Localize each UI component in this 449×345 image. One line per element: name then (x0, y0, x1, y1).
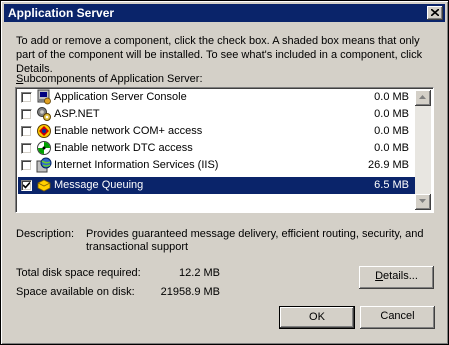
item-name: ASP.NET (54, 108, 100, 120)
item-size: 0.0 MB (374, 91, 409, 103)
list-item-com-plus-access[interactable]: Enable network COM+ access 0.0 MB (18, 123, 415, 140)
list-item-application-server-console[interactable]: Application Server Console 0.0 MB (18, 89, 415, 106)
item-size: 26.9 MB (368, 159, 409, 171)
scroll-down-button[interactable] (415, 194, 431, 210)
item-size: 0.0 MB (374, 108, 409, 120)
message-queuing-icon (37, 179, 51, 192)
item-size: 0.0 MB (374, 142, 409, 154)
com-plus-icon (37, 124, 51, 138)
list-item-iis[interactable]: Internet Information Services (IIS) 26.9… (18, 157, 415, 174)
list-item-asp-net[interactable]: ASP.NET 0.0 MB (18, 106, 415, 123)
description-text: Provides guaranteed message delivery, ef… (86, 228, 424, 253)
check-mark-icon (23, 182, 30, 189)
checkbox[interactable] (21, 160, 32, 171)
window-title: Application Server (8, 6, 115, 20)
item-name: Enable network COM+ access (54, 125, 203, 137)
checkbox[interactable] (21, 109, 32, 120)
ok-button[interactable]: OK (279, 306, 355, 329)
item-size: 0.0 MB (374, 125, 409, 137)
item-size: 6.5 MB (374, 179, 409, 191)
checkbox[interactable] (21, 180, 32, 191)
item-name: Enable network DTC access (54, 142, 193, 154)
description-label: Description: (16, 228, 75, 240)
title-bar[interactable]: Application Server (4, 4, 445, 22)
item-name: Application Server Console (54, 91, 187, 103)
item-name: Internet Information Services (IIS) (54, 159, 219, 171)
checkbox[interactable] (21, 143, 32, 154)
disk-required-value: 12.2 MB (179, 267, 220, 279)
disk-available-label: Space available on disk: (16, 286, 135, 298)
dtc-icon (37, 141, 51, 155)
details-button[interactable]: Details... (359, 266, 434, 289)
checkbox[interactable] (21, 92, 32, 103)
disk-available-value: 21958.9 MB (160, 286, 220, 298)
cancel-button[interactable]: Cancel (360, 306, 435, 329)
close-button[interactable] (427, 6, 443, 20)
console-icon (37, 89, 51, 105)
asp-net-icon (37, 107, 51, 121)
checkbox[interactable] (21, 126, 32, 137)
list-item-message-queuing[interactable]: Message Queuing 6.5 MB (18, 177, 415, 194)
arrow-down-icon (419, 199, 426, 203)
subcomponents-label: Subcomponents of Application Server: (16, 73, 203, 85)
arrow-up-icon (419, 95, 426, 99)
disk-required-label: Total disk space required: (16, 267, 141, 279)
close-icon (431, 9, 439, 16)
list-scrollbar[interactable] (415, 90, 431, 210)
iis-icon (36, 157, 52, 173)
subcomponents-list[interactable]: Application Server Console 0.0 MB ASP.NE… (15, 87, 434, 213)
list-item-dtc-access[interactable]: Enable network DTC access 0.0 MB (18, 140, 415, 157)
instructions-text: To add or remove a component, click the … (16, 35, 423, 75)
item-name: Message Queuing (54, 179, 144, 191)
application-server-dialog: Application Server To add or remove a co… (0, 0, 449, 345)
scroll-up-button[interactable] (415, 90, 431, 106)
